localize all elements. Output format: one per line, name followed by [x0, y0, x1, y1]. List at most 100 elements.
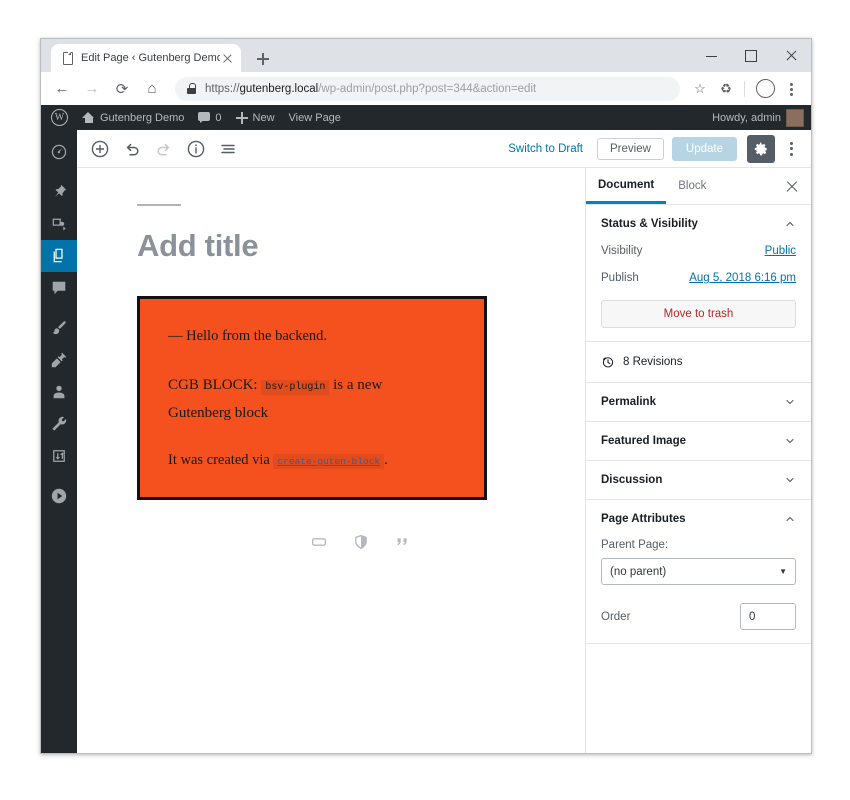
chevron-down-icon: ▼ [779, 567, 787, 576]
switch-to-draft-button[interactable]: Switch to Draft [508, 143, 583, 155]
more-menu-icon[interactable] [779, 135, 803, 163]
quote-block-icon[interactable] [393, 532, 413, 552]
wp-admin-menu [41, 130, 83, 753]
panel-page-attributes-header[interactable]: Page Attributes [601, 513, 796, 525]
visibility-value[interactable]: Public [765, 245, 796, 257]
close-icon[interactable] [220, 51, 235, 66]
editor-sidebar: Document Block Status & Visibility Visib… [585, 168, 811, 753]
panel-revisions[interactable]: 8 Revisions [586, 342, 811, 383]
move-to-trash-button[interactable]: Move to trash [601, 300, 796, 328]
brush-icon [52, 321, 66, 335]
sidebar-item-posts[interactable] [41, 176, 77, 208]
comment-icon [198, 112, 211, 123]
plus-icon [235, 111, 248, 124]
publish-value[interactable]: Aug 5, 2018 6:16 pm [689, 272, 796, 284]
new-content-menu[interactable]: New [229, 105, 282, 130]
sidebar-item-collapse[interactable] [41, 480, 77, 512]
row-visibility: Visibility Public [601, 245, 796, 257]
sidebar-tabs: Document Block [586, 168, 811, 205]
address-bar[interactable]: https://gutenberg.local/wp-admin/post.ph… [175, 76, 680, 101]
panel-permalink-title: Permalink [601, 396, 656, 408]
block-paragraph-3: Gutenberg block [168, 404, 269, 421]
parent-page-value: (no parent) [610, 565, 667, 578]
block-inline-code: bsv-plugin [261, 379, 330, 395]
sidebar-item-users[interactable] [41, 376, 77, 408]
create-guten-block-link[interactable]: create-guten-block [273, 454, 385, 470]
forward-icon: → [84, 80, 100, 97]
browser-tab-strip: Edit Page ‹ Gutenberg Demo — … [41, 39, 811, 72]
chevron-up-icon [786, 221, 794, 227]
settings-gear-button[interactable] [747, 134, 775, 163]
sidebar-item-settings[interactable] [41, 440, 77, 472]
shield-block-icon[interactable] [351, 532, 371, 552]
panel-status-header[interactable]: Status & Visibility [601, 218, 796, 230]
recycle-icon[interactable]: ♻ [714, 77, 738, 101]
order-input[interactable]: 0 [740, 603, 796, 630]
cgb-custom-block[interactable]: — Hello from the backend. CGB BLOCK: bsv… [137, 296, 487, 500]
view-page-label: View Page [288, 111, 341, 124]
view-page-link[interactable]: View Page [282, 105, 348, 130]
new-label: New [252, 111, 275, 124]
site-name-label: Gutenberg Demo [100, 111, 185, 124]
info-icon[interactable] [181, 134, 211, 164]
dashboard-icon [51, 144, 67, 160]
avatar-icon[interactable] [753, 77, 777, 101]
add-block-icon[interactable] [85, 134, 115, 164]
sidebar-item-pages[interactable] [41, 240, 83, 272]
minimize-icon[interactable] [691, 39, 731, 72]
wp-logo-menu[interactable]: W [44, 105, 75, 130]
maximize-icon[interactable] [731, 39, 771, 72]
settings-icon [53, 450, 65, 462]
sidebar-item-dashboard[interactable] [41, 136, 77, 168]
browser-tab[interactable]: Edit Page ‹ Gutenberg Demo — … [51, 44, 241, 72]
sidebar-item-appearance[interactable] [41, 312, 77, 344]
parent-page-label: Parent Page: [601, 539, 669, 551]
tab-document[interactable]: Document [586, 168, 667, 204]
account-menu[interactable]: Howdy, admin [705, 105, 811, 130]
back-icon[interactable]: ← [49, 76, 75, 102]
block-navigation-icon[interactable] [213, 134, 243, 164]
panel-featured-image[interactable]: Featured Image [586, 422, 811, 461]
preview-button[interactable]: Preview [597, 137, 664, 160]
row-publish: Publish Aug 5, 2018 6:16 pm [601, 272, 796, 284]
sidebar-item-tools[interactable] [41, 408, 77, 440]
comments-menu[interactable]: 0 [191, 105, 228, 130]
star-icon[interactable]: ☆ [688, 77, 712, 101]
sidebar-item-comments[interactable] [41, 272, 77, 304]
howdy-label: Howdy, admin [712, 111, 781, 124]
panel-permalink[interactable]: Permalink [586, 383, 811, 422]
circle-play-icon [51, 488, 67, 504]
close-icon[interactable] [771, 39, 811, 72]
panel-discussion[interactable]: Discussion [586, 461, 811, 500]
pin-icon [54, 184, 67, 197]
reload-icon[interactable]: ⟳ [109, 76, 135, 102]
paragraph-block-icon[interactable] [309, 532, 329, 552]
block-paragraph-2-pre: CGB BLOCK: [168, 376, 262, 393]
home-icon[interactable]: ⌂ [139, 76, 165, 102]
kebab-menu-icon[interactable] [779, 77, 803, 101]
editor-toolbar: Switch to Draft Preview Update [77, 130, 811, 168]
row-order: Order 0 [601, 603, 796, 630]
sidebar-item-plugins[interactable] [41, 344, 77, 376]
publish-label: Publish [601, 272, 639, 284]
block-paragraph-1: — Hello from the backend. [168, 328, 328, 344]
site-name-menu[interactable]: Gutenberg Demo [75, 105, 191, 130]
toolbar-divider [744, 80, 745, 97]
new-tab-button[interactable] [250, 46, 276, 72]
tab-block[interactable]: Block [666, 168, 718, 204]
browser-window: Edit Page ‹ Gutenberg Demo — … ← → ⟳ ⌂ h… [40, 38, 812, 754]
parent-page-select[interactable]: (no parent) ▼ [601, 558, 796, 585]
wordpress-logo: W [51, 109, 68, 126]
sidebar-item-media[interactable] [41, 208, 77, 240]
panel-page-attributes-title: Page Attributes [601, 513, 686, 525]
chevron-up-icon [786, 516, 794, 522]
post-title-input[interactable]: Add title [137, 228, 545, 264]
visibility-label: Visibility [601, 245, 643, 257]
url-host: gutenberg.local [239, 82, 319, 95]
close-icon[interactable] [781, 175, 803, 197]
page-body: Switch to Draft Preview Update Add title… [41, 130, 811, 753]
editor-body: Add title — Hello from the backend. CGB … [77, 168, 811, 753]
undo-icon[interactable] [117, 134, 147, 164]
block-paragraph-2-post: is a new [329, 376, 383, 393]
lock-icon [187, 83, 196, 94]
